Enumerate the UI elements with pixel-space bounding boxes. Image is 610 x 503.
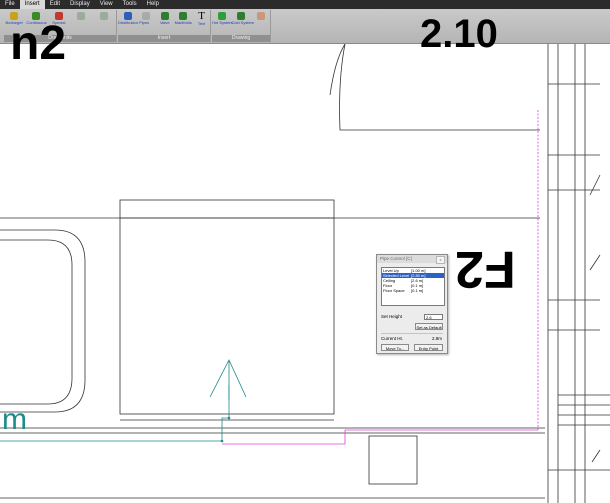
ribbon-group-drawing: Hot System Cold System Drawing bbox=[212, 10, 271, 42]
ribbon-group-insert: Distribution Pipes Valve Manifolds T Text Ins… bbox=[118, 10, 211, 42]
disabled-unit-icon bbox=[77, 12, 86, 20]
disabled-unit-icon bbox=[99, 12, 108, 20]
bottom-box bbox=[368, 435, 418, 485]
disabled-button[interactable] bbox=[94, 11, 114, 35]
dialog-title: Pipe Control [C] bbox=[380, 256, 412, 261]
room-label-right: F2 bbox=[455, 240, 516, 298]
close-button[interactable]: x bbox=[436, 256, 445, 264]
dialog-title-bar[interactable]: Pipe Control [C] x bbox=[377, 255, 447, 264]
curved-room-wall bbox=[329, 44, 346, 96]
manifolds-icon bbox=[179, 12, 188, 20]
menu-edit[interactable]: Edit bbox=[45, 0, 65, 9]
ribbon-button-label: Cold System bbox=[231, 20, 255, 25]
cold-system-icon bbox=[237, 12, 246, 20]
central-room bbox=[119, 199, 335, 415]
set-as-default-button[interactable]: Set as Default bbox=[415, 323, 443, 330]
text-icon: T bbox=[198, 10, 205, 22]
room-label-top-center: 2.10 bbox=[420, 12, 498, 56]
ribbon-button-label: Text bbox=[197, 21, 206, 26]
room-label-bottom-left: m bbox=[2, 403, 27, 436]
menu-insert[interactable]: Insert bbox=[19, 0, 45, 9]
drawing-canvas[interactable] bbox=[0, 44, 610, 503]
level-value: [0.1 m] bbox=[411, 288, 424, 293]
menu-file[interactable]: File bbox=[0, 0, 20, 9]
menu-view[interactable]: View bbox=[95, 0, 118, 9]
dialog-separator bbox=[381, 333, 443, 334]
disabled-drawing-icon bbox=[256, 12, 265, 20]
current-height-label: Current Ht. bbox=[381, 336, 404, 341]
current-height-value: 2.8m bbox=[432, 336, 443, 341]
disabled-button[interactable] bbox=[136, 11, 156, 35]
menu-bar: File Insert Edit Display View Tools Help bbox=[0, 0, 610, 9]
ribbon-button-label: Distribution Pipes bbox=[118, 20, 150, 25]
ribbon-group-title: Drawing bbox=[212, 35, 270, 42]
entry-arrow bbox=[209, 359, 247, 400]
ribbon-group-title: Insert bbox=[118, 35, 210, 42]
left-room-wall-inner bbox=[0, 239, 73, 405]
pipe-control-dialog: Pipe Control [C] x Level Up [1.00 m] Selec… bbox=[376, 254, 448, 354]
disabled-insert-icon bbox=[142, 12, 151, 20]
level-list-item[interactable]: Floor Space [0.1 m] bbox=[382, 288, 444, 293]
ribbon-button-label: Manifolds bbox=[174, 20, 192, 25]
ribbon-button-label: Valve bbox=[159, 20, 170, 25]
set-height-input[interactable]: 2.6 bbox=[424, 314, 443, 320]
level-name: Floor Space bbox=[383, 288, 405, 293]
menu-tools[interactable]: Tools bbox=[118, 0, 142, 9]
ribbon-toolbar: Boxtarget Continuous Special Draw units Dist… bbox=[0, 9, 610, 44]
hot-system-icon bbox=[218, 12, 226, 20]
hot-system-button[interactable]: Hot System bbox=[212, 11, 233, 35]
room-label-top-left: n2 bbox=[10, 17, 67, 70]
distribution-pipes-icon bbox=[124, 12, 132, 20]
distribution-pipes-button[interactable]: Distribution Pipes bbox=[118, 11, 150, 35]
text-button[interactable]: T Text bbox=[192, 11, 212, 35]
menu-display[interactable]: Display bbox=[65, 0, 95, 9]
disabled-button[interactable] bbox=[71, 11, 91, 35]
ribbon-button-label: Hot System bbox=[212, 20, 233, 25]
curved-room-wall-inner bbox=[339, 44, 540, 131]
guide-route bbox=[222, 429, 538, 445]
valve-button[interactable]: Valve bbox=[155, 11, 175, 35]
move-to-button[interactable]: Move To... bbox=[381, 344, 409, 351]
disabled-button[interactable] bbox=[251, 11, 271, 35]
set-height-label: Set Height bbox=[381, 314, 403, 319]
level-list[interactable]: Level Up [1.00 m] Selected Level [2.80 m] Ce… bbox=[381, 267, 445, 306]
cold-system-button[interactable]: Cold System bbox=[231, 11, 255, 35]
entry-point-button[interactable]: Entry Point bbox=[414, 344, 443, 351]
manifolds-button[interactable]: Manifolds bbox=[173, 11, 193, 35]
menu-help[interactable]: Help bbox=[142, 0, 164, 9]
valve-icon bbox=[160, 12, 169, 20]
